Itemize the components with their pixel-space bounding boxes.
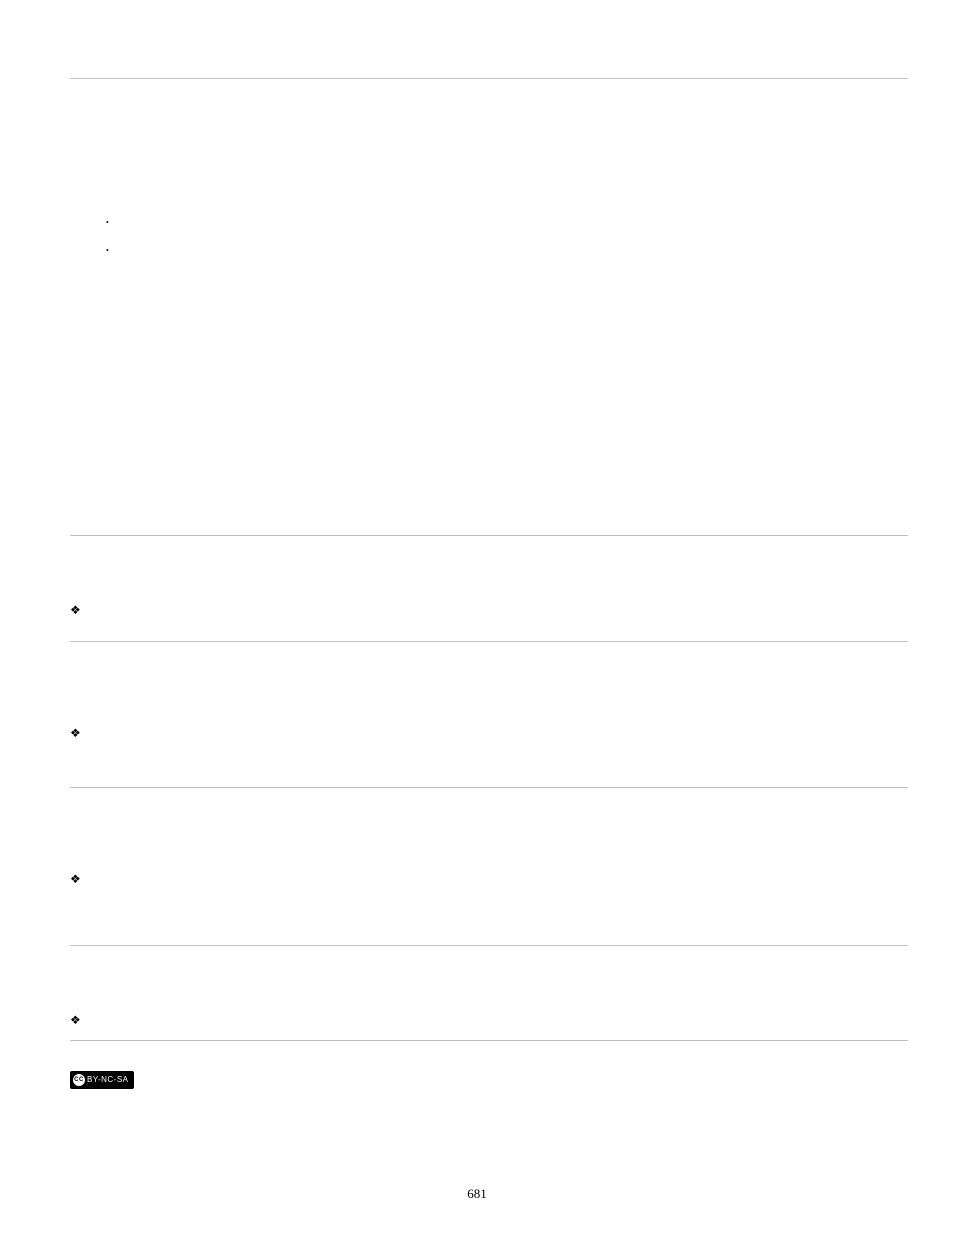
bullet-diamond-icon: ❖ <box>70 604 908 616</box>
cc-logo-icon: CC <box>73 1074 85 1086</box>
cc-license-badge: CCBY-NC-SA <box>70 1071 134 1089</box>
bullet-diamond-icon: ❖ <box>70 873 908 885</box>
bullet-dot-icon: • <box>106 219 908 227</box>
bullet-diamond-icon: ❖ <box>70 727 908 739</box>
page-content: • • ❖ ❖ ❖ ❖ CCBY-NC-SA <box>70 78 908 1089</box>
cc-license-text: BY-NC-SA <box>87 1075 129 1084</box>
page-number: 681 <box>0 1186 954 1202</box>
bullet-list: • • <box>106 219 908 255</box>
divider <box>70 78 908 79</box>
bullet-dot-icon: • <box>106 247 908 255</box>
divider <box>70 1040 908 1041</box>
bullet-diamond-icon: ❖ <box>70 1014 908 1026</box>
